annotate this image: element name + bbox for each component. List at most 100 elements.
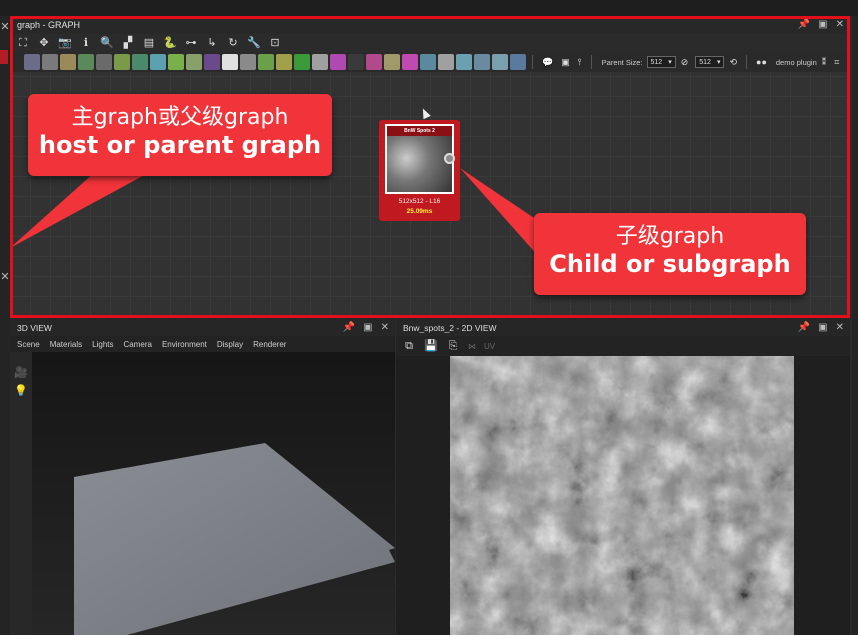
menu-renderer[interactable]: Renderer (253, 340, 286, 349)
node-type-icon[interactable] (312, 54, 328, 70)
save-icon[interactable]: 💾 (424, 339, 438, 353)
2d-view-toolbar: ⧉ 💾 ⎘ ⋈ UV (396, 336, 850, 356)
python-icon[interactable]: 🐍 (163, 36, 177, 50)
camera-icon[interactable]: 📷 (58, 36, 72, 50)
close-icon[interactable]: ✕ (0, 270, 10, 283)
node-type-icon[interactable] (24, 54, 40, 70)
left-dock-edge: ✕ ✕ (0, 16, 10, 635)
parent-callout-cn: 主graph或父级graph (71, 105, 289, 130)
tools-icon[interactable]: 🔧 (247, 36, 261, 50)
graph-node[interactable]: BnW Spots 2 512x512 - L16 25.09ms (379, 120, 460, 221)
node-type-icon[interactable] (510, 54, 526, 70)
frame-selected-icon[interactable]: ✥ (37, 36, 51, 50)
parent-graph-callout: 主graph或父级graph host or parent graph (28, 94, 332, 176)
panel-controls: 📌 ▣ ✕ (798, 19, 844, 30)
frame-all-icon[interactable]: ⛶ (16, 36, 30, 50)
node-size-label: 512x512 - L16 (398, 198, 441, 205)
node-type-icon[interactable] (78, 54, 94, 70)
search-icon[interactable]: 🔍 (100, 36, 114, 50)
link-icon[interactable]: ↳ (205, 36, 219, 50)
node-output-port[interactable] (444, 153, 455, 164)
menu-camera[interactable]: Camera (124, 340, 152, 349)
node-type-icon[interactable] (42, 54, 58, 70)
toolbar-separator (746, 55, 748, 69)
node-type-icon[interactable] (222, 54, 238, 70)
copy-icon[interactable]: ⎘ (446, 339, 460, 353)
menu-materials[interactable]: Materials (50, 340, 82, 349)
close-icon[interactable]: ✕ (836, 322, 844, 333)
node-type-icon[interactable] (492, 54, 508, 70)
connect-icon[interactable]: ⊶ (184, 36, 198, 50)
node-type-icon[interactable] (168, 54, 184, 70)
maximize-icon[interactable]: ▣ (818, 322, 827, 333)
parent-size-select[interactable]: 512 ▾ (646, 56, 676, 68)
node-type-icon[interactable] (60, 54, 76, 70)
node-type-icon[interactable] (276, 54, 292, 70)
info-icon[interactable]: ℹ (79, 36, 93, 50)
close-icon[interactable]: ✕ (381, 322, 389, 333)
menu-environment[interactable]: Environment (162, 340, 207, 349)
settings-icon[interactable]: ⁑ (822, 57, 827, 68)
refresh-icon[interactable]: ↻ (226, 36, 240, 50)
export-image-icon[interactable]: ⧉ (402, 339, 416, 353)
node-type-icon[interactable] (150, 54, 166, 70)
node-time-label: 25.09ms (406, 208, 433, 215)
node-type-icon[interactable] (474, 54, 490, 70)
texture-preview[interactable] (450, 356, 794, 635)
node-type-icon[interactable] (366, 54, 382, 70)
node-type-icon[interactable] (114, 54, 130, 70)
node-type-icon[interactable] (240, 54, 256, 70)
reset-icon[interactable]: ⟲ (729, 57, 737, 68)
node-type-icon[interactable] (294, 54, 310, 70)
graph-panel-header: graph - GRAPH 📌 ▣ ✕ (10, 16, 850, 34)
light-bulb-icon[interactable]: 💡 (14, 384, 28, 398)
menu-lights[interactable]: Lights (92, 340, 113, 349)
node-type-icon[interactable] (96, 54, 112, 70)
link-icon[interactable]: ⊘ (681, 57, 689, 68)
menu-display[interactable]: Display (217, 340, 243, 349)
linked-size-select[interactable]: 512 ▾ (695, 56, 725, 68)
frame-icon[interactable]: ▣ (561, 57, 570, 68)
pin-icon[interactable]: 📌 (343, 322, 355, 333)
node-type-icon[interactable] (204, 54, 220, 70)
node-type-icon[interactable] (384, 54, 400, 70)
node-type-icon[interactable] (258, 54, 274, 70)
plugin-label[interactable]: demo plugin (776, 58, 817, 67)
node-library-toolbar: 💬 ▣ ⫯ Parent Size: 512 ▾ ⊘ 512 ▾ ⟲ ●● demo… (10, 52, 850, 72)
plugin-icon[interactable]: ●● (756, 57, 767, 67)
3d-view-title: 3D VIEW (17, 323, 52, 333)
comment-icon[interactable]: 💬 (542, 57, 553, 68)
node-type-icon[interactable] (330, 54, 346, 70)
maximize-icon[interactable]: ▣ (363, 322, 372, 333)
parent-callout-en: host or parent graph (38, 131, 322, 159)
maximize-icon[interactable]: ▣ (818, 19, 827, 30)
3d-viewport[interactable] (32, 352, 395, 635)
parent-size-label: Parent Size: (601, 57, 643, 67)
library-icon[interactable]: ▤ (142, 36, 156, 50)
node-type-icon[interactable] (186, 54, 202, 70)
node-type-icon[interactable] (456, 54, 472, 70)
pin-icon[interactable]: 📌 (798, 19, 810, 30)
menu-scene[interactable]: Scene (17, 340, 40, 349)
uv-grid-icon[interactable]: ⋈ (468, 342, 476, 351)
pin-icon[interactable]: 📌 (798, 322, 810, 333)
export-icon[interactable]: ⊡ (268, 36, 282, 50)
pin-node-icon[interactable]: ⫯ (578, 57, 582, 68)
grid-icon[interactable]: ⌗ (834, 57, 839, 68)
close-icon[interactable]: ✕ (836, 19, 844, 30)
node-type-icon[interactable] (348, 54, 364, 70)
video-camera-icon[interactable]: 🎥 (14, 366, 28, 380)
node-type-icon[interactable] (132, 54, 148, 70)
uv-label[interactable]: UV (484, 342, 495, 351)
preview-plane-mesh (74, 443, 395, 635)
node-type-icon[interactable] (420, 54, 436, 70)
subgraph-callout: 子级graph Child or subgraph (534, 213, 806, 295)
layout-icon[interactable]: ▞ (121, 36, 135, 50)
panel-controls: 📌 ▣ ✕ (343, 322, 389, 333)
node-type-icon[interactable] (402, 54, 418, 70)
close-icon[interactable]: ✕ (0, 20, 10, 33)
graph-toolbar: ⛶ ✥ 📷 ℹ 🔍 ▞ ▤ 🐍 ⊶ ↳ ↻ 🔧 ⊡ (10, 34, 850, 52)
child-callout-en: Child or subgraph (549, 250, 791, 278)
node-type-icon[interactable] (438, 54, 454, 70)
dock-tab-marker[interactable] (0, 50, 8, 64)
